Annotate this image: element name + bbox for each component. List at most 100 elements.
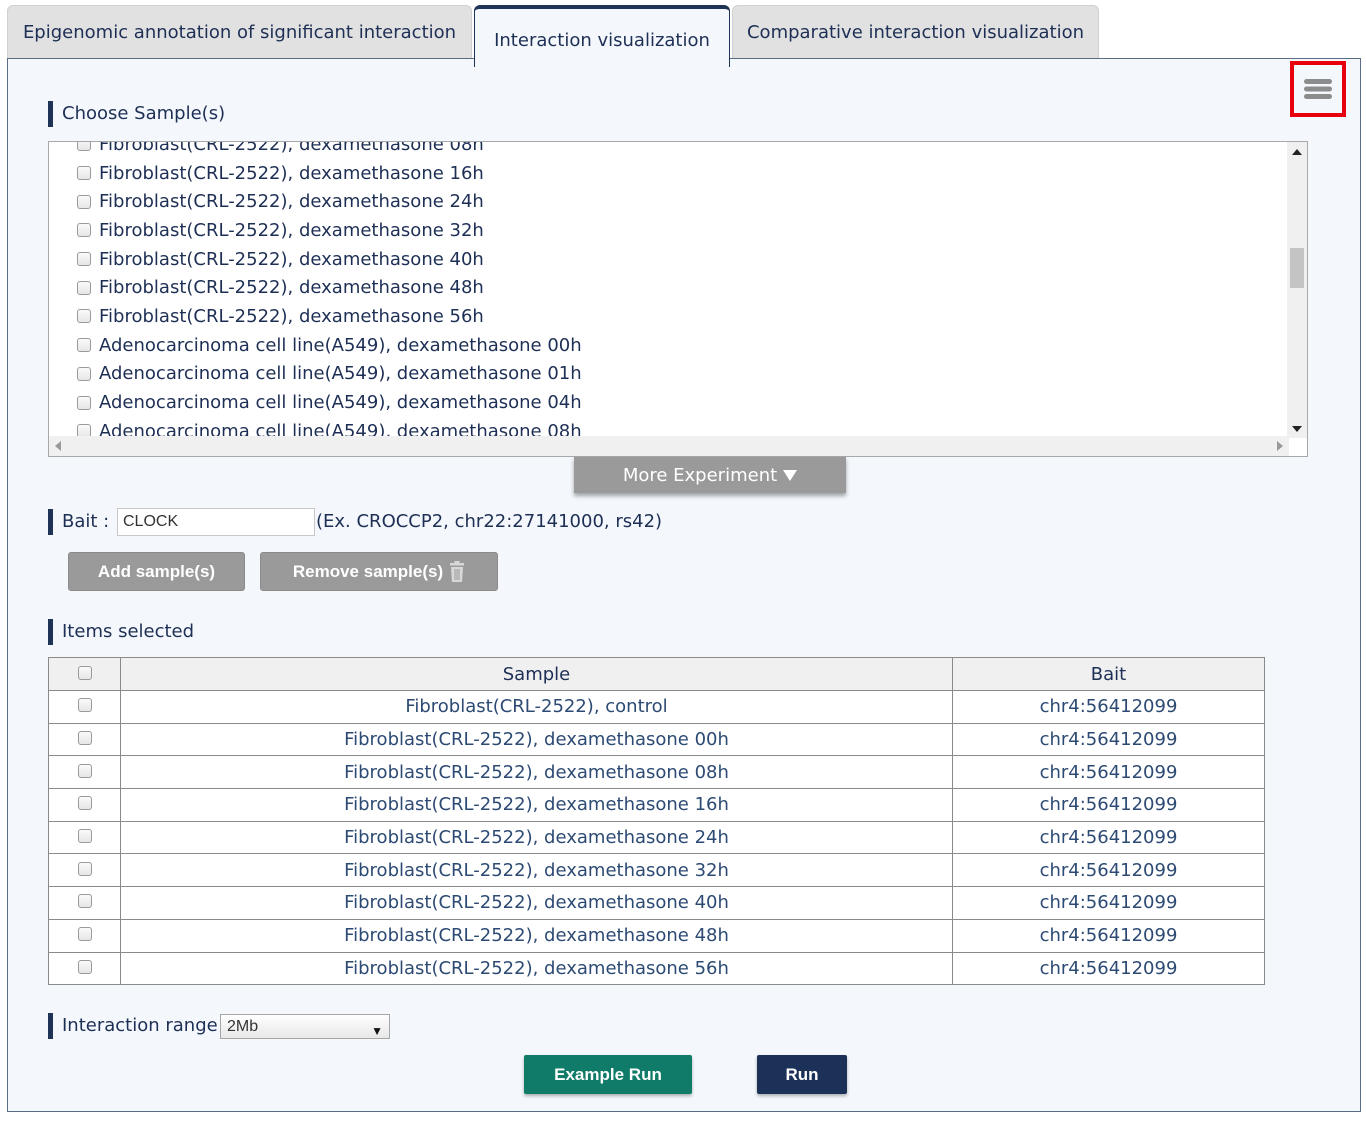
sample-option-label: Fibroblast(CRL-2522), dexamethasone 24h [99, 191, 484, 213]
table-row: Fibroblast(CRL-2522), dexamethasone 48h c… [48, 918, 1265, 953]
sample-option[interactable]: Fibroblast(CRL-2522), dexamethasone 56h [49, 302, 1287, 331]
sample-option[interactable]: Fibroblast(CRL-2522), dexamethasone 32h [49, 216, 1287, 245]
bait-cell: chr4:56412099 [952, 788, 1265, 822]
tab-label: Comparative interaction visualization [746, 22, 1084, 43]
more-experiment-button[interactable]: More Experiment [574, 457, 846, 493]
row-select-cell [48, 886, 121, 920]
sample-checkbox[interactable] [77, 280, 91, 295]
sample-option-label: Adenocarcinoma cell line(A549), dexameth… [99, 363, 582, 385]
row-select-cell [48, 690, 121, 724]
tab-epigenomic-annotation[interactable]: Epigenomic annotation of significant int… [7, 5, 472, 59]
tab-label: Epigenomic annotation of significant int… [22, 22, 457, 43]
sample-option[interactable]: Fibroblast(CRL-2522), dexamethasone 48h [49, 273, 1287, 302]
sample-option[interactable]: Adenocarcinoma cell line(A549), dexameth… [49, 360, 1287, 389]
row-select-cell [48, 918, 121, 953]
row-select-cell [48, 853, 121, 888]
interaction-range-select[interactable]: 2Mb ▼ [220, 1014, 390, 1039]
sample-cell: Fibroblast(CRL-2522), dexamethasone 24h [120, 820, 953, 855]
scroll-up-icon[interactable] [1292, 149, 1302, 155]
table-row: Fibroblast(CRL-2522), dexamethasone 40h c… [48, 886, 1265, 920]
menu-button[interactable] [1290, 61, 1346, 117]
interaction-range-label: Interaction range [48, 1013, 218, 1039]
bait-label: Bait : [48, 509, 109, 535]
row-checkbox[interactable] [77, 698, 92, 713]
trash-icon [450, 560, 465, 582]
hamburger-menu-icon [1304, 79, 1332, 99]
sample-checkbox[interactable] [77, 166, 91, 181]
table-row: Fibroblast(CRL-2522), dexamethasone 08h c… [48, 755, 1265, 790]
sample-checkbox[interactable] [77, 194, 91, 209]
select-all-cell [48, 657, 121, 691]
select-all-checkbox[interactable] [77, 665, 92, 680]
bait-column-header: Bait [952, 657, 1265, 691]
bait-cell: chr4:56412099 [952, 918, 1265, 953]
bait-hint: (Ex. CROCCP2, chr22:27141000, rs42) [316, 511, 663, 532]
triangle-down-icon [783, 469, 798, 481]
sample-option[interactable]: Fibroblast(CRL-2522), dexamethasone 16h [49, 159, 1287, 188]
sample-column-header: Sample [120, 657, 953, 691]
sample-option[interactable]: Fibroblast(CRL-2522), dexamethasone 08h [49, 141, 1287, 159]
row-select-cell [48, 788, 121, 822]
interaction-range-value: 2Mb [227, 1018, 259, 1035]
items-selected-heading: Items selected [48, 619, 194, 645]
example-run-label: Example Run [554, 1064, 662, 1084]
table-row: Fibroblast(CRL-2522), dexamethasone 56h c… [48, 951, 1265, 986]
row-checkbox[interactable] [77, 763, 92, 778]
main-panel: Choose Sample(s) Fibroblast(CRL-2522), d… [7, 58, 1361, 1112]
sample-cell: Fibroblast(CRL-2522), control [120, 690, 953, 724]
sample-option[interactable]: Fibroblast(CRL-2522), dexamethasone 40h [49, 245, 1287, 274]
scroll-right-icon[interactable] [1277, 441, 1283, 451]
row-checkbox[interactable] [77, 959, 92, 974]
more-experiment-label: More Experiment [622, 464, 778, 486]
sample-checkbox[interactable] [77, 309, 91, 324]
sample-option[interactable]: Fibroblast(CRL-2522), dexamethasone 24h [49, 187, 1287, 216]
dropdown-arrow-icon: ▼ [371, 1024, 383, 1038]
sample-checkbox[interactable] [77, 223, 91, 238]
run-button[interactable]: Run [757, 1055, 847, 1094]
sample-checkbox[interactable] [77, 252, 91, 267]
row-checkbox[interactable] [77, 796, 92, 811]
sample-option-label: Fibroblast(CRL-2522), dexamethasone 08h [99, 141, 484, 155]
scroll-down-icon[interactable] [1292, 426, 1302, 432]
sample-cell: Fibroblast(CRL-2522), dexamethasone 08h [120, 755, 953, 790]
sample-checkbox[interactable] [77, 338, 91, 353]
bait-cell: chr4:56412099 [952, 951, 1265, 986]
row-checkbox[interactable] [77, 861, 92, 876]
vertical-scrollbar[interactable] [1287, 142, 1307, 438]
remove-samples-button[interactable]: Remove sample(s) [260, 552, 498, 591]
sample-option-label: Fibroblast(CRL-2522), dexamethasone 40h [99, 248, 484, 270]
sample-option[interactable]: Adenocarcinoma cell line(A549), dexameth… [49, 331, 1287, 360]
row-checkbox[interactable] [77, 731, 92, 746]
sample-option-label: Adenocarcinoma cell line(A549), dexameth… [99, 334, 582, 356]
sample-checkbox[interactable] [77, 366, 91, 381]
sample-listbox[interactable]: Fibroblast(CRL-2522), dexamethasone 08h F… [48, 141, 1308, 457]
sample-checkbox[interactable] [77, 395, 91, 410]
sample-checkbox[interactable] [77, 142, 91, 152]
bait-cell: chr4:56412099 [952, 853, 1265, 888]
scroll-left-icon[interactable] [55, 441, 61, 451]
sample-list: Fibroblast(CRL-2522), dexamethasone 08h F… [49, 141, 1287, 446]
sample-cell: Fibroblast(CRL-2522), dexamethasone 56h [120, 951, 953, 986]
tab-bar: Epigenomic annotation of significant int… [7, 5, 1107, 67]
add-samples-button[interactable]: Add sample(s) [68, 552, 245, 591]
row-checkbox[interactable] [77, 894, 92, 909]
sample-cell: Fibroblast(CRL-2522), dexamethasone 40h [120, 886, 953, 920]
example-run-button[interactable]: Example Run [524, 1055, 692, 1094]
scrollbar-thumb[interactable] [1290, 248, 1304, 288]
add-samples-label: Add sample(s) [97, 561, 216, 581]
row-select-cell [48, 820, 121, 855]
row-checkbox[interactable] [77, 829, 92, 844]
tab-interaction-visualization[interactable]: Interaction visualization [474, 5, 730, 67]
row-checkbox[interactable] [77, 927, 92, 942]
run-label: Run [785, 1064, 819, 1084]
sample-option[interactable]: Adenocarcinoma cell line(A549), dexameth… [49, 388, 1287, 417]
bait-cell: chr4:56412099 [952, 722, 1265, 757]
bait-input[interactable] [117, 508, 315, 536]
tab-comparative-interaction-visualization[interactable]: Comparative interaction visualization [732, 5, 1099, 59]
row-select-cell [48, 951, 121, 986]
sample-option-label: Fibroblast(CRL-2522), dexamethasone 48h [99, 277, 484, 299]
horizontal-scrollbar[interactable] [49, 436, 1289, 456]
table-header-row: Sample Bait [48, 657, 1265, 691]
bait-cell: chr4:56412099 [952, 886, 1265, 920]
remove-samples-label: Remove sample(s) [292, 561, 444, 581]
